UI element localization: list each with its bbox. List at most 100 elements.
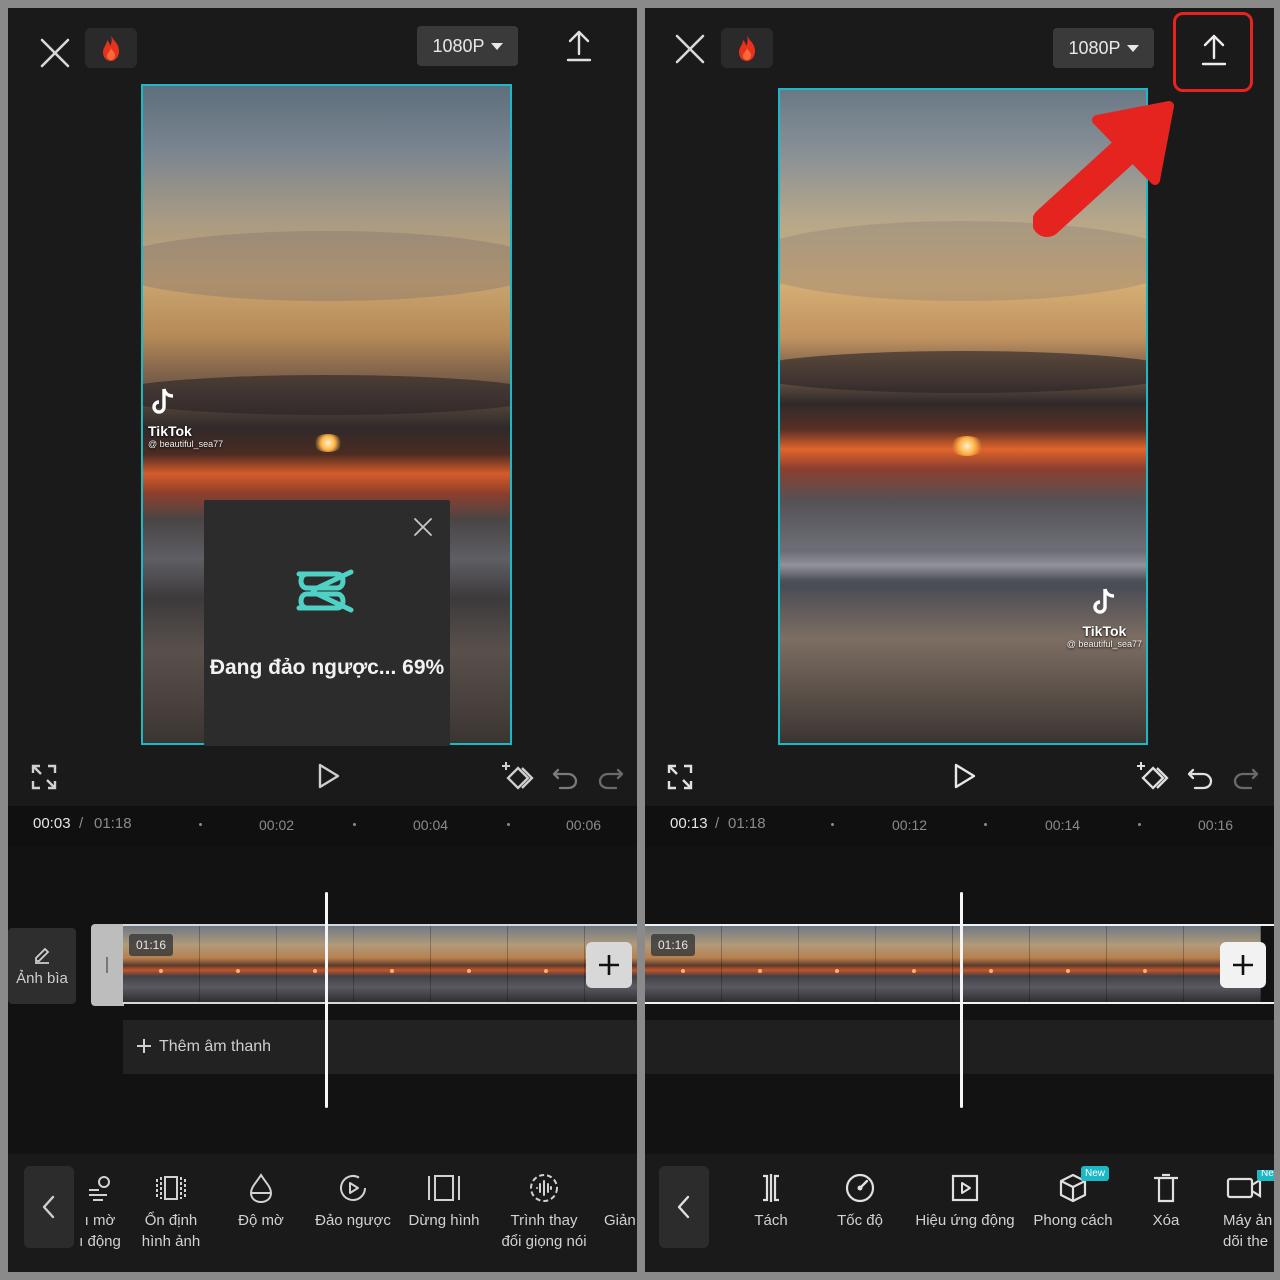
tiktok-watermark: TikTok @ beautiful_sea77 [1067,586,1142,649]
ruler-dot [507,823,510,826]
sun [313,434,343,452]
clip-frame [200,926,277,1002]
timeline-ruler: 00:03 / 01:18 00:02 00:04 00:06 [8,806,637,846]
clip-frame [1107,926,1184,1002]
resolution-dropdown[interactable]: 1080P [1053,28,1154,68]
edit-pencil-icon [8,928,76,964]
reverse-progress-dialog: Đang đảo ngược... 69% [204,500,450,746]
fullscreen-icon[interactable] [665,762,695,792]
redo-icon[interactable] [1231,762,1261,792]
toolbar-back-button[interactable] [24,1166,74,1248]
clip-frame [431,926,508,1002]
ruler-dot [831,823,834,826]
undo-icon[interactable] [1185,762,1215,792]
tool-motion-blur[interactable]: ı mờ ı động [66,1170,134,1252]
timeline-tracks[interactable]: 01:16 [645,846,1274,1156]
clip-frame [508,926,585,1002]
tool-reverse[interactable]: Đảo ngược [308,1170,398,1231]
clip-frame [354,926,431,1002]
close-icon[interactable] [32,30,78,76]
clip-duration: 01:16 [651,934,696,956]
tool-camera-tracking[interactable]: Máy ản dõi the Ne [1223,1170,1274,1252]
add-audio-label: Thêm âm thanh [159,1038,272,1055]
add-clip-button[interactable] [586,942,632,988]
red-arrow-annotation [1032,98,1193,243]
play-icon[interactable] [313,760,343,792]
flame-icon[interactable] [721,28,773,68]
total-time: 01:18 [728,815,766,832]
resolution-label: 1080P [1068,37,1121,58]
ruler-tick: 00:12 [892,817,928,833]
cloud [780,351,1146,394]
plus-small-icon [136,1038,152,1059]
current-time: 00:03 [33,815,71,832]
dialog-close-icon[interactable] [412,516,434,538]
undo-icon[interactable] [550,762,580,792]
speed-icon [825,1170,895,1206]
time-separator: / [715,815,720,832]
bottom-toolbar: Tách Tốc độ Hiệu ứng động Phong cách New… [645,1154,1274,1272]
plus-icon [1233,955,1253,975]
watermark-user: @ beautiful_sea77 [148,439,224,449]
capcut-logo-icon [293,566,359,616]
blur-motion-icon [66,1170,134,1206]
clip-trim-handle[interactable] [91,924,124,1006]
tool-speed[interactable]: Tốc độ [825,1170,895,1231]
fullscreen-icon[interactable] [29,762,59,792]
tool-style[interactable]: Phong cách New [1027,1166,1119,1231]
watermark-name: TikTok [1082,623,1127,639]
chevron-left-icon [677,1195,690,1219]
clip-frame [953,926,1030,1002]
tool-cut-off[interactable]: Giản [604,1170,637,1231]
tool-animation[interactable]: Hiệu ứng động [907,1170,1023,1231]
keyframe-icon[interactable] [500,760,536,792]
clip-frame [876,926,953,1002]
total-time: 01:18 [94,815,132,832]
watermark-name: TikTok [148,423,192,439]
flame-icon[interactable] [85,28,137,68]
export-icon[interactable] [559,26,599,66]
timeline-tracks[interactable]: Ảnh bìa 01:16 Thêm âm thanh [8,846,637,1156]
split-icon [741,1170,801,1206]
editor-panel-left: 1080P TikTok @ beautiful_sea77 Đang đảo … [8,8,637,1272]
reverse-progress-text: Đang đảo ngược... 69% [209,656,445,679]
resolution-dropdown[interactable]: 1080P [417,26,518,66]
video-clip[interactable]: 01:16 [123,924,637,1004]
freeze-frame-icon [404,1170,484,1206]
watermark-user: @ beautiful_sea77 [1066,639,1142,649]
tool-delete[interactable]: Xóa [1141,1170,1191,1231]
animation-icon [907,1170,1023,1206]
clip-frame [722,926,799,1002]
clip-frame [1030,926,1107,1002]
cover-button[interactable]: Ảnh bìa [8,928,76,1004]
playhead[interactable] [960,892,963,1108]
toolbar-back-button[interactable] [659,1166,709,1248]
tool-split[interactable]: Tách [741,1170,801,1231]
ruler-tick: 00:06 [566,817,602,833]
ruler-tick: 00:02 [259,817,295,833]
clip-duration: 01:16 [129,934,174,956]
ruler-dot [353,823,356,826]
export-icon[interactable] [1194,30,1234,70]
new-badge: Ne [1257,1170,1274,1181]
playhead[interactable] [325,892,328,1108]
tool-stabilize[interactable]: Ổn định hình ảnh [136,1170,206,1252]
tool-freeze[interactable]: Dừng hình [404,1170,484,1231]
tiktok-watermark: TikTok @ beautiful_sea77 [148,386,223,449]
ruler-dot [199,823,202,826]
play-icon[interactable] [949,760,979,792]
tiktok-logo-icon [1093,588,1115,614]
add-clip-button[interactable] [1220,942,1266,988]
reverse-icon [308,1170,398,1206]
ruler-tick: 00:16 [1198,817,1234,833]
keyframe-icon[interactable] [1135,760,1171,792]
new-badge: New [1081,1166,1110,1181]
ruler-dot [1138,823,1141,826]
close-icon[interactable] [667,26,713,72]
tool-opacity[interactable]: Độ mờ [228,1170,294,1231]
add-audio-track[interactable]: Thêm âm thanh [123,1020,637,1074]
wave [780,550,1146,580]
time-separator: / [79,815,84,832]
redo-icon[interactable] [596,762,626,792]
tool-voice-changer[interactable]: Trình thay đổi giọng nói [494,1170,594,1252]
